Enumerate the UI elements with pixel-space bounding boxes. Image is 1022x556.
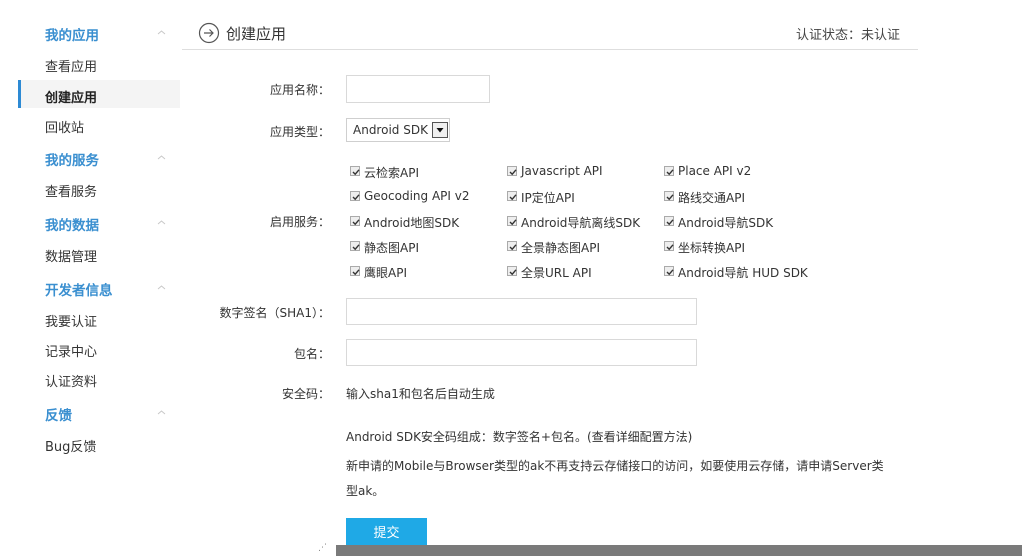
service-label: IP定位API [521,191,575,205]
chevron-up-icon[interactable] [157,283,166,292]
security-code-value: 输入sha1和包名后自动生成 [346,387,495,401]
sidebar-item-data-management[interactable]: 数据管理 [45,246,97,265]
resize-grip-icon: ⋰ [318,543,327,553]
checkbox-checked-icon[interactable] [350,266,360,276]
checkbox-checked-icon[interactable] [507,166,517,176]
nav-section-my-services[interactable]: 我的服务 [45,149,99,169]
active-item-indicator [18,80,21,108]
service-label: Place API v2 [678,164,752,178]
sidebar-item-view-apps[interactable]: 查看应用 [45,56,97,75]
service-label: Android地图SDK [364,216,460,230]
nav-section-developer-info[interactable]: 开发者信息 [45,279,113,299]
checkbox-checked-icon[interactable] [507,266,517,276]
chevron-up-icon[interactable] [157,218,166,227]
chevron-up-icon[interactable] [157,408,166,417]
sidebar-item-bug-feedback[interactable]: Bug反馈 [45,436,96,455]
package-input[interactable] [346,339,697,366]
checkbox-checked-icon[interactable] [664,166,674,176]
chevron-up-icon[interactable] [157,153,166,162]
dropdown-arrow-icon[interactable] [432,122,448,138]
checkbox-checked-icon[interactable] [664,191,674,201]
checkbox-checked-icon[interactable] [507,241,517,251]
ak-storage-note-line1: 新申请的Mobile与Browser类型的ak不再支持云存储接口的访问，如要使用… [346,459,884,473]
sidebar: 我的应用 查看应用 创建应用 回收站 我的服务 查看服务 我的数据 数据管理 开… [0,0,180,556]
checkbox-checked-icon[interactable] [350,166,360,176]
sidebar-item-record-center[interactable]: 记录中心 [45,341,97,360]
service-label: 鹰眼API [364,266,407,280]
service-label: 全景URL API [521,266,592,280]
security-code-label: 安全码： [281,387,330,401]
sidebar-item-recycle-bin[interactable]: 回收站 [45,117,84,136]
page-title: 创建应用 [226,25,287,43]
certification-status: 认证状态：未认证 [796,28,901,43]
checkbox-checked-icon[interactable] [507,216,517,226]
header-divider [182,49,918,50]
ak-storage-note-line2: 型ak。 [346,484,385,498]
app-type-value: Android SDK [353,123,428,137]
app-name-input[interactable] [346,75,490,103]
service-label: Javascript API [521,164,603,178]
nav-section-feedback[interactable]: 反馈 [45,404,72,424]
checkbox-checked-icon[interactable] [664,216,674,226]
sidebar-item-certify[interactable]: 我要认证 [45,311,97,330]
sidebar-item-certification-docs[interactable]: 认证资料 [45,371,97,390]
nav-section-my-data[interactable]: 我的数据 [45,214,99,234]
service-label: Android导航 HUD SDK [678,266,808,280]
service-label: Geocoding API v2 [364,189,470,203]
service-label: 路线交通API [678,191,745,205]
active-item-highlight [18,80,180,108]
service-label: 云检索API [364,166,419,180]
app-name-label: 应用名称： [269,83,330,97]
arrow-right-circle-icon [198,22,220,44]
chevron-up-icon[interactable] [157,28,166,37]
checkbox-checked-icon[interactable] [350,191,360,201]
checkbox-checked-icon[interactable] [664,241,674,251]
service-label: Android导航离线SDK [521,216,641,230]
service-label: 坐标转换API [678,241,745,255]
checkbox-checked-icon[interactable] [664,266,674,276]
services-label: 启用服务： [269,215,330,229]
app-type-select[interactable]: Android SDK [346,118,450,142]
package-label: 包名： [293,347,330,361]
sha1-input[interactable] [346,298,697,325]
sha1-label: 数字签名（SHA1）： [219,306,331,320]
horizontal-scrollbar[interactable] [336,545,1022,556]
app-type-label: 应用类型： [269,125,330,139]
service-label: 静态图API [364,241,419,255]
nav-section-my-apps[interactable]: 我的应用 [45,24,99,44]
service-label: 全景静态图API [521,241,600,255]
sdk-security-note: Android SDK安全码组成：数字签名+包名。(查看详细配置方法) [346,430,693,444]
sidebar-item-create-app[interactable]: 创建应用 [45,87,97,106]
service-label: Android导航SDK [678,216,774,230]
checkbox-checked-icon[interactable] [507,191,517,201]
checkbox-checked-icon[interactable] [350,216,360,226]
sidebar-item-view-services[interactable]: 查看服务 [45,181,97,200]
checkbox-checked-icon[interactable] [350,241,360,251]
